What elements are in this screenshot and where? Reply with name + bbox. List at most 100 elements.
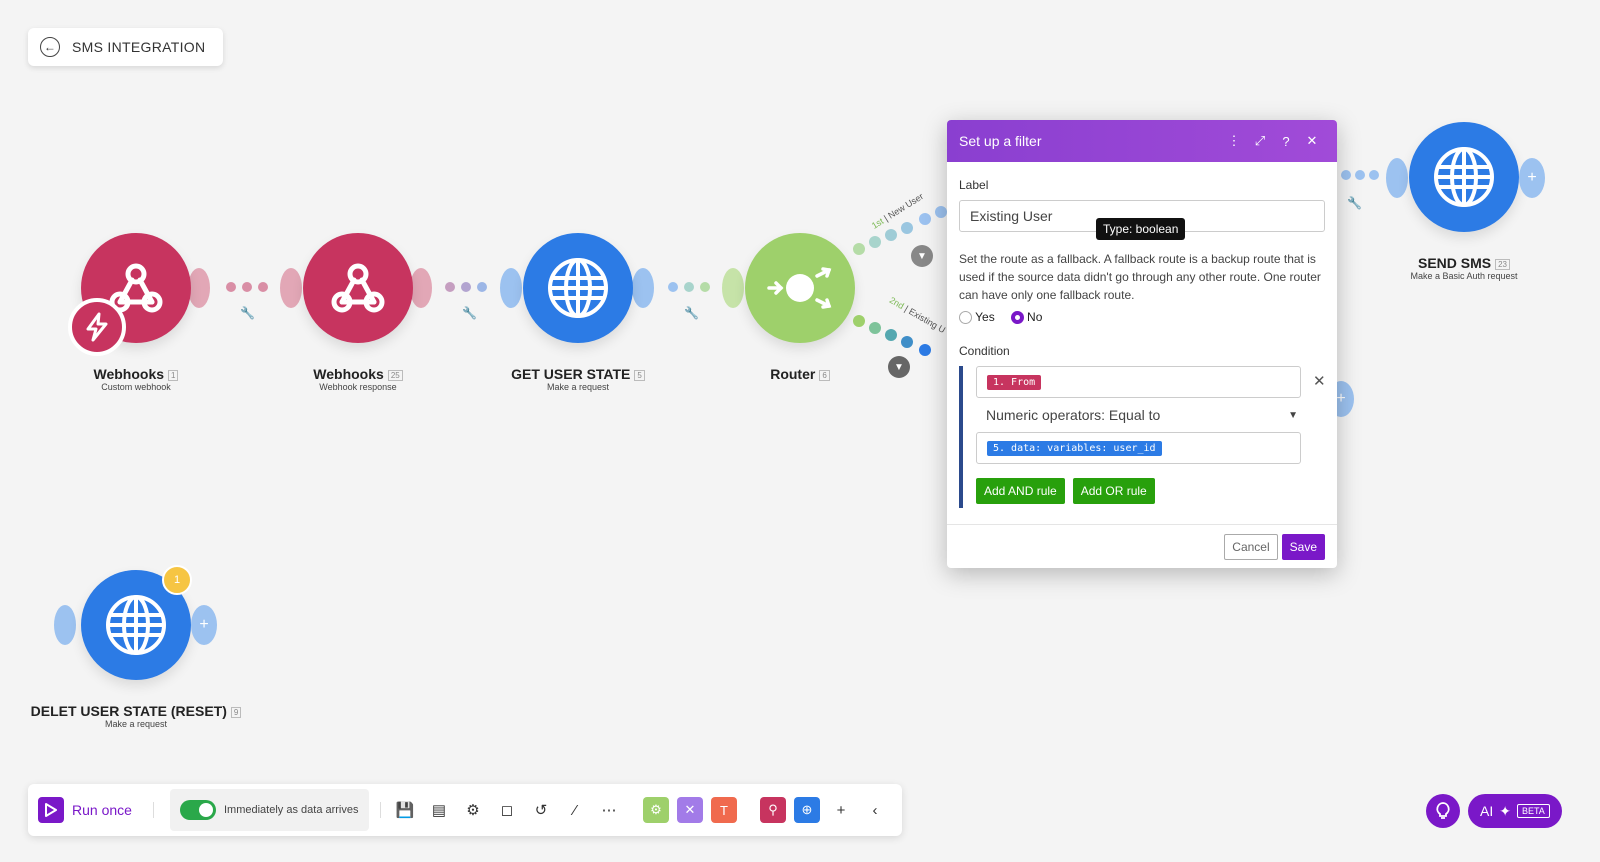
wrench-icon[interactable]: 🔧: [240, 306, 255, 320]
add-and-rule-button[interactable]: Add AND rule: [976, 478, 1065, 505]
settings-button[interactable]: ⚙: [456, 784, 490, 836]
module-get-user-state[interactable]: [523, 233, 633, 343]
expand-icon[interactable]: ⤢: [1247, 133, 1273, 149]
add-or-rule-button[interactable]: Add OR rule: [1072, 478, 1155, 505]
help-icon[interactable]: ?: [1273, 134, 1299, 149]
module-label: Webhooks 1 Custom webhook: [56, 366, 216, 392]
type-tooltip: Type: boolean: [1096, 218, 1186, 240]
remove-condition-icon[interactable]: ✕: [1313, 372, 1326, 390]
play-icon: [38, 797, 64, 823]
module-label: DELET USER STATE (RESET) 9 Make a request: [16, 703, 256, 729]
globe-icon: [1434, 147, 1494, 207]
schedule-toggle[interactable]: [180, 800, 216, 820]
tools-icon: ⚙: [643, 797, 669, 823]
schedule-setting[interactable]: Immediately as data arrives: [170, 789, 369, 831]
data-store-button[interactable]: ▤: [422, 784, 456, 836]
module-connector: [1386, 158, 1408, 198]
sparkle-icon: ✦: [1499, 802, 1511, 819]
chevron-left-icon: ‹: [872, 801, 878, 819]
filter-icon[interactable]: ▼: [888, 356, 910, 378]
condition-caption: Condition: [959, 344, 1010, 359]
module-label: Webhooks 25 Webhook response: [278, 366, 438, 392]
wrench-icon[interactable]: 🔧: [684, 306, 699, 320]
connection-dots[interactable]: [226, 282, 268, 292]
flow-control-icon: ✕: [677, 797, 703, 823]
undo-icon: ↺: [534, 802, 548, 819]
connection-dots[interactable]: [445, 282, 487, 292]
ai-assistant-button[interactable]: AI ✦ BETA: [1468, 794, 1562, 828]
gear-icon: ⚙: [466, 802, 480, 819]
text-parser-button[interactable]: T: [709, 784, 739, 836]
text-parser-icon: T: [711, 797, 737, 823]
module-connector: [188, 268, 210, 308]
cancel-button[interactable]: Cancel: [1224, 534, 1278, 560]
divider: [153, 802, 154, 818]
module-webhooks-25[interactable]: [303, 233, 413, 343]
condition-block: 1. From Numeric operators: Equal to ▼ 5. …: [959, 366, 1326, 509]
fallback-yes-radio[interactable]: Yes: [959, 310, 995, 325]
notes-button[interactable]: ◻: [490, 784, 524, 836]
note-icon: ◻: [500, 802, 514, 819]
chevron-down-icon: ▼: [1288, 409, 1298, 421]
back-button[interactable]: ← SMS INTEGRATION: [28, 28, 224, 66]
collapse-toolbar-button[interactable]: ‹: [860, 784, 890, 836]
fallback-no-radio[interactable]: No: [1010, 310, 1042, 325]
add-module-plus-icon[interactable]: +: [1519, 158, 1545, 198]
bottom-toolbar: Run once Immediately as data arrives 💾 ▤…: [28, 784, 902, 836]
auto-align-button[interactable]: ↺: [524, 784, 558, 836]
operator-select[interactable]: Numeric operators: Equal to ▼: [976, 398, 1298, 432]
close-icon[interactable]: ✕: [1299, 133, 1325, 149]
globe-icon: ⊕: [794, 797, 820, 823]
database-icon: ▤: [431, 802, 447, 819]
label-caption: Label: [959, 178, 989, 192]
globe-icon: [548, 258, 608, 318]
operand-2-tag[interactable]: 5. data: variables: user_id: [987, 440, 1162, 456]
floppy-disk-icon: 💾: [395, 802, 415, 819]
more-button[interactable]: ⋯: [592, 784, 626, 836]
globe-icon: [106, 595, 166, 655]
module-connector: [722, 268, 744, 308]
ellipsis-icon: ⋯: [601, 802, 617, 819]
magic-wand-button[interactable]: ⁄: [558, 784, 592, 836]
module-connector: [410, 268, 432, 308]
operand-1-input[interactable]: 1. From: [976, 366, 1301, 399]
wrench-icon[interactable]: 🔧: [462, 306, 477, 320]
module-label: GET USER STATE 5 Make a request: [498, 366, 658, 392]
wrench-icon[interactable]: 🔧: [1347, 196, 1362, 210]
operand-1-tag[interactable]: 1. From: [987, 374, 1042, 390]
module-connector: [280, 268, 302, 308]
plus-icon: +: [836, 801, 846, 819]
run-once-button[interactable]: Run once: [38, 784, 132, 836]
router-icon: [767, 267, 832, 309]
flow-control-button[interactable]: ✕: [675, 784, 705, 836]
dialog-header: Set up a filter ⋮ ⤢ ? ✕: [947, 120, 1337, 162]
more-options-icon[interactable]: ⋮: [1221, 133, 1247, 149]
tools-button[interactable]: ⚙: [641, 784, 671, 836]
dialog-title: Set up a filter: [959, 133, 1042, 149]
webhook-icon: ⚲: [760, 797, 786, 823]
connection-dots[interactable]: [1340, 168, 1380, 182]
operand-2-input[interactable]: 5. data: variables: user_id: [976, 432, 1301, 465]
divider: [947, 524, 1337, 525]
webhook-icon: [331, 263, 385, 313]
add-module-plus-icon[interactable]: +: [191, 605, 217, 645]
module-label: SEND SMS 23 Make a Basic Auth request: [1410, 255, 1518, 281]
module-send-sms[interactable]: [1409, 122, 1519, 232]
connection-dots[interactable]: [668, 282, 710, 292]
module-connector: [632, 268, 654, 308]
beta-badge: BETA: [1516, 804, 1550, 818]
filter-icon[interactable]: ▼: [911, 245, 933, 267]
save-button[interactable]: Save: [1281, 534, 1325, 560]
save-scenario-button[interactable]: 💾: [388, 784, 422, 836]
error-count-badge[interactable]: 1: [162, 565, 192, 595]
add-app-button[interactable]: +: [826, 784, 856, 836]
module-router[interactable]: [745, 233, 855, 343]
http-app-button[interactable]: ⊕: [792, 784, 822, 836]
webhooks-app-button[interactable]: ⚲: [758, 784, 788, 836]
module-connector: [54, 605, 76, 645]
arrow-left-icon: ←: [40, 37, 60, 57]
hints-button[interactable]: [1426, 794, 1460, 828]
module-connector: [500, 268, 522, 308]
filter-dialog: Set up a filter ⋮ ⤢ ? ✕ Label Existing U…: [947, 120, 1337, 568]
fallback-radio-group: Yes No: [959, 310, 1325, 325]
